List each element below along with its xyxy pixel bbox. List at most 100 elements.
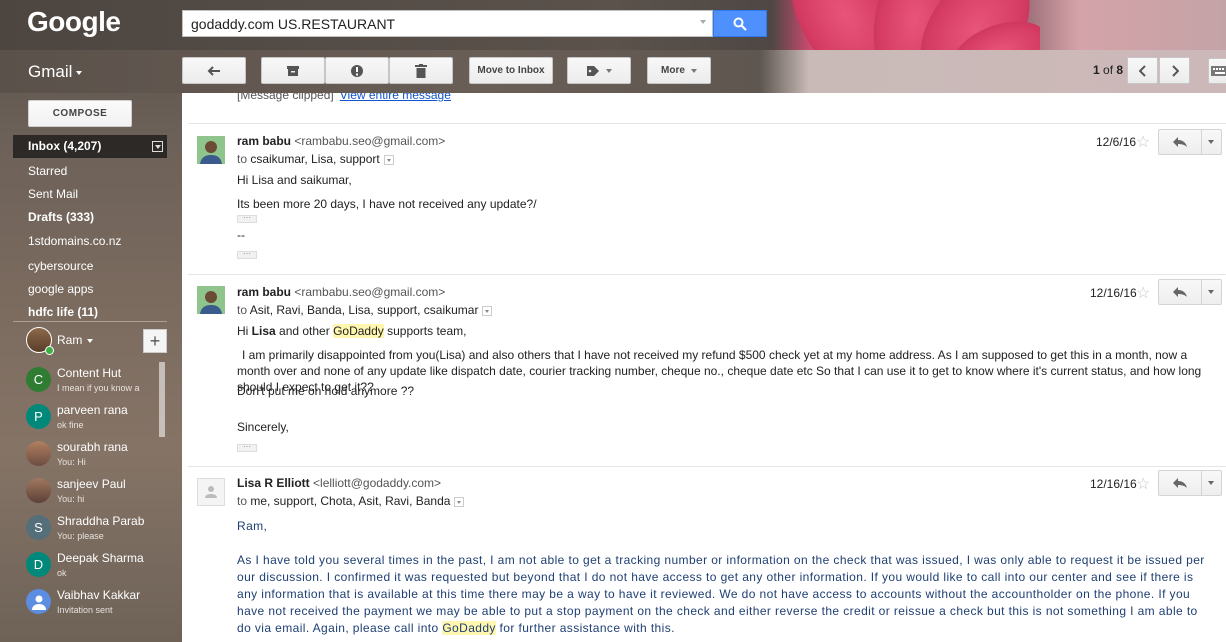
sender[interactable]: ram babu <rambabu.seo@gmail.com> [237,134,445,148]
show-details-icon[interactable] [482,305,493,316]
older-button[interactable] [1159,57,1190,84]
sidebar-item-hdfc-life[interactable]: hdfc life (11) [28,302,98,322]
label-tag-icon [587,65,599,76]
star-icon[interactable]: ☆ [1136,132,1150,152]
back-arrow-icon [207,65,220,76]
avatar [197,136,225,164]
default-person-icon [205,486,217,498]
sidebar-item-drafts[interactable]: Drafts (333) [28,207,94,227]
contact-status: You: please [57,531,104,541]
avatar: P [26,404,51,429]
sidebar-item-starred[interactable]: Starred [28,161,67,181]
avatar: D [26,552,51,577]
to-prefix: to [237,494,251,508]
gmail-label: Gmail [28,62,73,81]
sidebar-item-google-apps[interactable]: google apps [28,279,93,299]
greeting-name: Lisa [251,324,276,338]
search-icon [733,17,747,31]
inbox-options-icon[interactable] [152,141,163,152]
contact-status: You: Hi [57,457,86,467]
sidebar-item-1stdomains[interactable]: 1stdomains.co.nz [28,231,121,251]
more-button[interactable]: More [647,57,711,84]
reply-controls [1158,129,1222,157]
avatar [197,286,225,314]
contacts-scrollbar[interactable] [159,362,165,437]
archive-button[interactable] [261,57,325,84]
report-spam-button[interactable] [325,57,389,84]
message-greeting: Ram, [237,519,268,533]
contact-status: Invitation sent [57,605,113,615]
search-box[interactable] [182,10,713,37]
sender[interactable]: ram babu <rambabu.seo@gmail.com> [237,285,445,299]
show-trimmed-content-button[interactable]: ··· [237,250,257,259]
pager-total: 8 [1116,63,1124,77]
search-options-caret-icon[interactable] [700,20,706,24]
back-button[interactable] [182,57,246,84]
star-icon[interactable]: ☆ [1136,283,1150,303]
chevron-down-icon [690,68,697,73]
gmail-menu[interactable]: Gmail [28,62,83,82]
message-date: 12/16/16 [1090,477,1137,491]
search-input[interactable] [183,11,693,36]
show-trimmed-content-button[interactable]: ··· [237,443,257,452]
sidebar-item-sent-mail[interactable]: Sent Mail [28,184,78,204]
contact-item[interactable]: S Shraddha Parab You: please [26,512,161,546]
paragraph-text: for further assistance with this. [495,621,675,635]
search-highlight: GoDaddy [333,324,384,338]
move-to-inbox-button[interactable]: Move to Inbox [469,57,553,84]
contact-name: Shraddha Parab [57,514,145,528]
reply-icon [1173,478,1187,488]
more-reply-options-button[interactable] [1202,129,1222,155]
view-entire-message-link[interactable]: View entire message [340,93,451,102]
delete-button[interactable] [389,57,453,84]
reply-button[interactable] [1158,470,1202,496]
reply-controls [1158,279,1222,307]
sidebar-divider [13,321,167,322]
more-reply-options-button[interactable] [1202,470,1222,496]
sender-email: <lelliott@godaddy.com> [313,476,442,490]
compose-button[interactable]: COMPOSE [28,100,132,127]
sender[interactable]: Lisa R Elliott <lelliott@godaddy.com> [237,476,441,490]
recipients[interactable]: to Asit, Ravi, Banda, Lisa, support, csa… [237,303,493,317]
reply-button[interactable] [1158,279,1202,305]
labels-button[interactable] [567,57,631,84]
contact-item[interactable]: C Content Hut I mean if you know a [26,364,161,398]
avatar [26,589,51,614]
newer-button[interactable] [1127,57,1158,84]
contact-item[interactable]: P parveen rana ok fine [26,401,161,435]
sidebar-item-cybersource[interactable]: cybersource [28,256,93,276]
message-date: 12/16/16 [1090,286,1137,300]
show-details-icon[interactable] [383,154,394,165]
sender-name: ram babu [237,134,292,148]
message-thread: [Message clipped] View entire message ram… [182,93,1226,642]
message-date: 12/6/16 [1096,135,1137,149]
message-divider [188,274,1226,275]
show-trimmed-content-button[interactable]: ··· [237,214,257,223]
message-paragraph: As I have told you several times in the … [237,552,1207,637]
new-conversation-button[interactable]: + [143,329,167,353]
to-prefix: to [237,152,251,166]
input-tools-button[interactable] [1208,58,1226,84]
show-details-icon[interactable] [454,496,465,507]
contact-item[interactable]: Vaibhav Kakkar Invitation sent [26,586,161,620]
reply-icon [1173,287,1187,297]
contact-status: You: hi [57,494,85,504]
more-label: More [661,65,685,76]
message-body-line: Its been more 20 days, I have not receiv… [237,197,537,211]
contact-name: Content Hut [57,366,122,380]
contact-status: ok [57,568,67,578]
google-logo[interactable]: Google [27,6,121,38]
reply-button[interactable] [1158,129,1202,155]
sidebar-item-inbox[interactable]: Inbox (4,207) [13,135,167,158]
search-button[interactable] [713,10,767,37]
more-reply-options-button[interactable] [1202,279,1222,305]
star-icon[interactable]: ☆ [1136,474,1150,494]
chevron-down-icon [606,68,612,73]
contact-item[interactable]: sourabh rana You: Hi [26,438,161,472]
recipients[interactable]: to csaikumar, Lisa, support [237,152,394,166]
message-body-line: Hi Lisa and saikumar, [237,173,352,187]
contact-item[interactable]: D Deepak Sharma ok [26,549,161,583]
recipients[interactable]: to me, support, Chota, Asit, Ravi, Banda [237,494,465,508]
avatar [26,478,51,503]
contact-item[interactable]: sanjeev Paul You: hi [26,475,161,509]
